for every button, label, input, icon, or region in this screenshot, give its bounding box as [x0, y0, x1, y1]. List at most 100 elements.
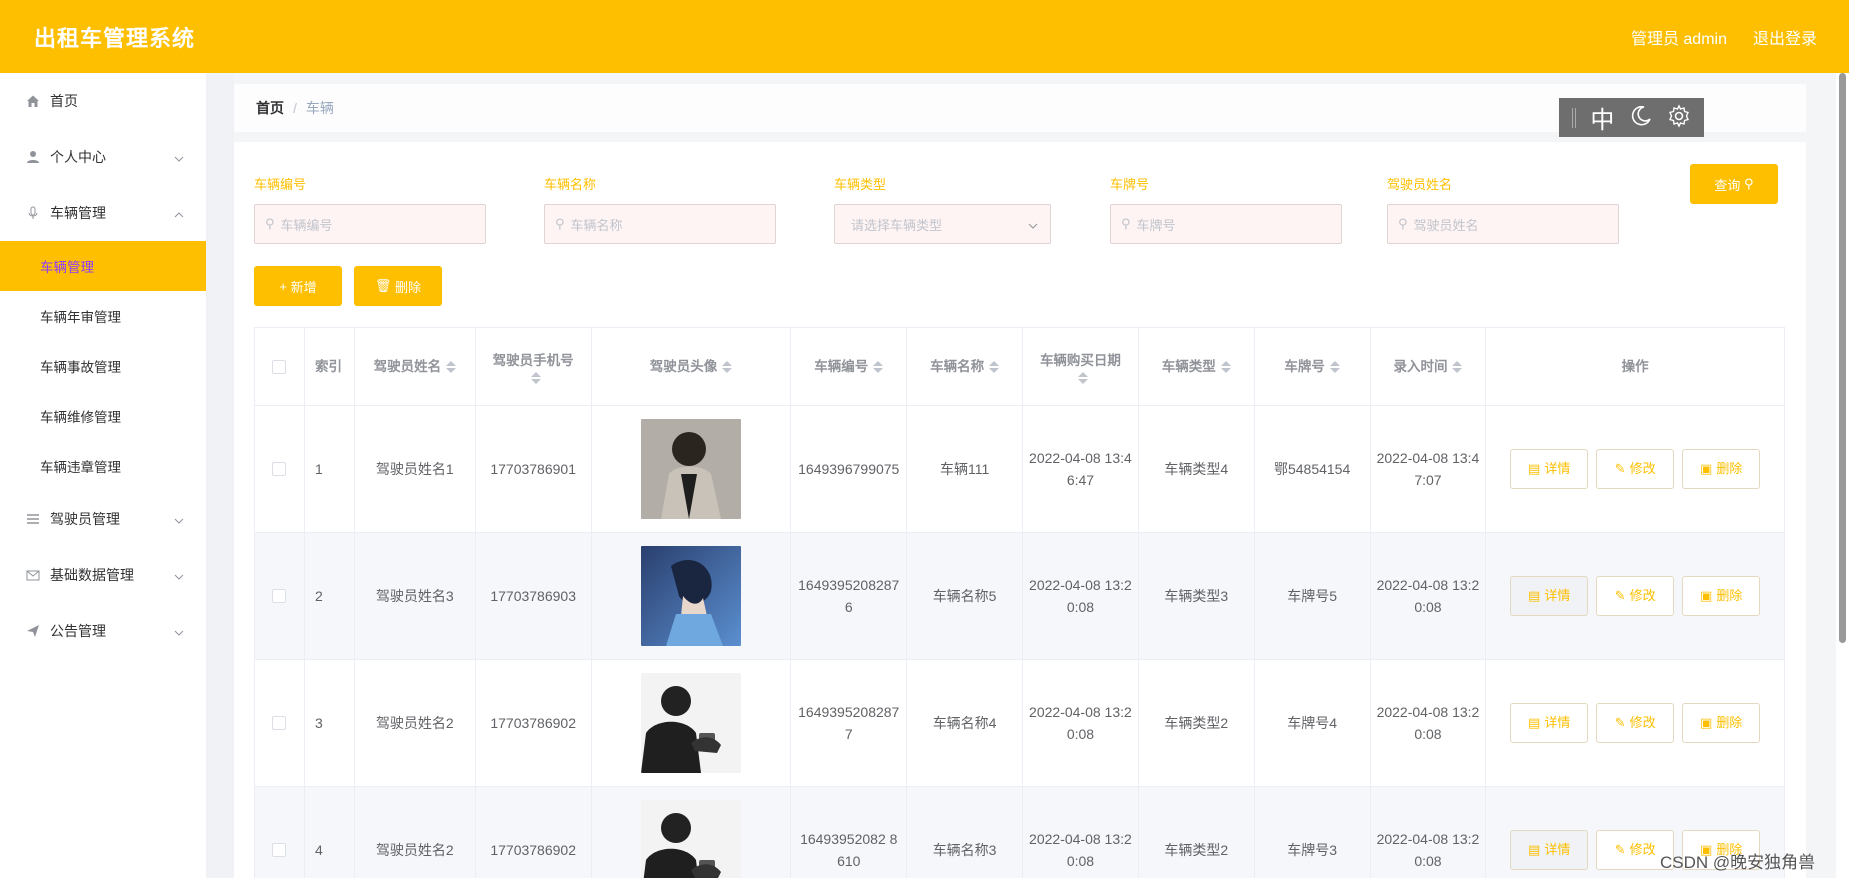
header-vehicle-type[interactable]: 车辆类型 [1139, 328, 1255, 405]
detail-button[interactable]: ▤ 详情 [1510, 449, 1589, 489]
header-created[interactable]: 录入时间 [1371, 328, 1487, 405]
sort-icon[interactable] [989, 360, 1000, 373]
header-label: 车辆购买日期 [1039, 352, 1121, 368]
trash-icon: ▣ [1700, 461, 1713, 476]
sidebar-item-basic-data[interactable]: 基础数据管理 [0, 547, 206, 603]
delete-button[interactable]: ▣ 删除 [1682, 703, 1761, 743]
sort-icon[interactable] [1329, 360, 1340, 373]
input-placeholder: 车辆编号 [280, 217, 333, 233]
cell-driver-phone: 17703786903 [476, 533, 592, 659]
query-label: 查询 [1714, 177, 1741, 193]
filter-label: 车辆类型 [834, 177, 887, 192]
row-checkbox[interactable] [272, 716, 287, 730]
sidebar-item-vehicle-management[interactable]: 车辆管理 [0, 185, 206, 241]
chevron-down-icon [174, 567, 184, 583]
sort-icon[interactable] [530, 371, 541, 384]
cell-created: 2022-04-08 13:20:08 [1371, 787, 1487, 878]
sidebar-item-label: 车辆管理 [50, 205, 106, 221]
sort-icon[interactable] [722, 360, 733, 373]
header-label: 驾驶员姓名 [373, 358, 442, 374]
driver-avatar-image[interactable] [640, 419, 741, 519]
send-icon [24, 622, 42, 640]
cell-driver-phone: 17703786902 [476, 787, 592, 878]
cell-driver-name: 驾驶员姓名2 [355, 787, 476, 878]
sort-icon[interactable] [446, 360, 457, 373]
vehicle-no-input[interactable]: ⚲ 车辆编号 [254, 204, 486, 244]
sidebar-item-label: 驾驶员管理 [50, 511, 120, 527]
document-icon: ▤ [1528, 842, 1541, 857]
language-toggle[interactable]: 中 [1590, 100, 1614, 135]
cell-vehicle-type: 车辆类型3 [1139, 533, 1255, 659]
header-vehicle-name[interactable]: 车辆名称 [907, 328, 1024, 405]
header-buy-date[interactable]: 车辆购买日期 [1023, 328, 1139, 405]
drag-handle[interactable] [1572, 107, 1577, 128]
header-driver-avatar[interactable]: 驾驶员头像 [592, 328, 792, 405]
main-panel: 车辆编号 ⚲ 车辆编号 车辆名称 ⚲ 车辆名称 车辆类型 请选择车辆类型 车牌号 ⚲… [234, 142, 1806, 878]
sort-icon[interactable] [1077, 371, 1088, 384]
sidebar-subitem-repairs[interactable]: 车辆维修管理 [0, 391, 206, 441]
cell-index: 4 [305, 787, 355, 878]
sidebar-item-label: 基础数据管理 [50, 567, 134, 583]
detail-button[interactable]: ▤ 详情 [1510, 703, 1589, 743]
bulk-delete-button[interactable]: 🗑 删除 [354, 266, 442, 306]
sidebar-subitem-annual-review[interactable]: 车辆年审管理 [0, 291, 206, 341]
action-bar: + 新增 🗑 删除 [254, 266, 442, 306]
breadcrumb-home[interactable]: 首页 [256, 98, 284, 118]
moon-icon[interactable] [1629, 104, 1653, 131]
sidebar-item-notice[interactable]: 公告管理 [0, 603, 206, 659]
header-plate[interactable]: 车牌号 [1255, 328, 1371, 405]
detail-button[interactable]: ▤ 详情 [1510, 576, 1589, 616]
current-user[interactable]: 管理员 admin [1631, 25, 1727, 49]
watermark: CSDN @晚安独角兽 [1660, 853, 1816, 872]
cell-vehicle-name: 车辆名称4 [907, 660, 1024, 786]
sidebar-subitem-violations[interactable]: 车辆违章管理 [0, 441, 206, 491]
cell-buy-date: 2022-04-08 13:20:08 [1023, 787, 1139, 878]
delete-button[interactable]: ▣ 删除 [1682, 576, 1761, 616]
chevron-up-icon [174, 205, 184, 221]
select-all-checkbox[interactable] [272, 359, 287, 374]
header-driver-phone[interactable]: 驾驶员手机号 [476, 328, 592, 405]
page-scrollbar[interactable] [1836, 73, 1849, 878]
filter-label: 车辆名称 [544, 177, 597, 192]
sort-icon[interactable] [1220, 360, 1231, 373]
add-button[interactable]: + 新增 [254, 266, 342, 306]
plate-input[interactable]: ⚲ 车牌号 [1110, 204, 1342, 244]
filter-driver-name: 驾驶员姓名 ⚲ 驾驶员姓名 [1387, 174, 1619, 244]
sidebar-item-home[interactable]: 首页 [0, 73, 206, 129]
edit-button[interactable]: ✎ 修改 [1596, 703, 1675, 743]
header-driver-name[interactable]: 驾驶员姓名 [355, 328, 476, 405]
cell-buy-date: 2022-04-08 13:20:08 [1023, 660, 1139, 786]
cell-index: 2 [305, 533, 355, 659]
row-checkbox[interactable] [272, 843, 287, 857]
query-button[interactable]: 查询 ⚲ [1690, 164, 1778, 204]
logout-link[interactable]: 退出登录 [1753, 25, 1817, 49]
driver-avatar-image[interactable] [640, 800, 741, 878]
chevron-down-icon [174, 511, 184, 527]
sidebar-item-personal[interactable]: 个人中心 [0, 129, 206, 185]
driver-avatar-image[interactable] [640, 673, 741, 773]
sort-icon[interactable] [1452, 360, 1463, 373]
edit-button[interactable]: ✎ 修改 [1596, 576, 1675, 616]
sidebar-item-driver-management[interactable]: 驾驶员管理 [0, 491, 206, 547]
row-checkbox[interactable] [272, 462, 287, 476]
sidebar-subitem-accidents[interactable]: 车辆事故管理 [0, 341, 206, 391]
driver-name-input[interactable]: ⚲ 驾驶员姓名 [1387, 204, 1619, 244]
edit-button[interactable]: ✎ 修改 [1596, 449, 1675, 489]
delete-button[interactable]: ▣ 删除 [1682, 449, 1761, 489]
vehicle-type-select[interactable]: 请选择车辆类型 [834, 204, 1051, 244]
detail-button[interactable]: ▤ 详情 [1510, 830, 1589, 870]
breadcrumb-separator: / [293, 100, 297, 116]
vehicle-name-input[interactable]: ⚲ 车辆名称 [544, 204, 776, 244]
gear-icon[interactable] [1667, 104, 1691, 131]
sort-icon[interactable] [873, 360, 884, 373]
cell-driver-phone: 17703786901 [476, 406, 592, 532]
sidebar-subitem-vehicles[interactable]: 车辆管理 [0, 241, 206, 291]
scrollbar-thumb[interactable] [1839, 73, 1846, 643]
row-checkbox[interactable] [272, 589, 287, 603]
header-vehicle-no[interactable]: 车辆编号 [791, 328, 908, 405]
driver-avatar-image[interactable] [640, 546, 741, 646]
edit-label: 修改 [1629, 588, 1656, 603]
cell-vehicle-type: 车辆类型2 [1139, 660, 1255, 786]
detail-label: 详情 [1544, 461, 1571, 476]
header-label: 驾驶员头像 [649, 358, 718, 374]
